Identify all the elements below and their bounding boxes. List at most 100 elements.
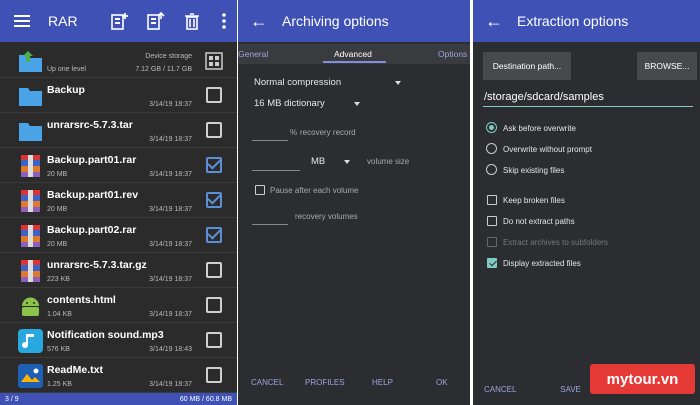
- list-item[interactable]: Backup.part02.rar 20 MB 3/14/19 18:37: [0, 219, 237, 253]
- list-item[interactable]: Backup.part01.rev 20 MB 3/14/19 18:37: [0, 184, 237, 218]
- file-name: contents.html: [47, 294, 116, 306]
- no-paths-checkbox[interactable]: [487, 216, 497, 226]
- storage-usage: 7.12 GB / 11.7 GB: [135, 66, 192, 73]
- file-checkbox-checked[interactable]: [206, 157, 222, 173]
- list-item[interactable]: unrarsrc-5.7.3.tar 3/14/19 18:37: [0, 114, 237, 148]
- browse-button[interactable]: BROWSE...: [637, 52, 697, 80]
- dictionary-select[interactable]: 16 MB dictionary: [254, 98, 325, 109]
- recovery-volumes-label: recovery volumes: [295, 212, 358, 221]
- file-name: unrarsrc-5.7.3.tar: [47, 119, 133, 131]
- recovery-volumes-input[interactable]: [252, 224, 288, 225]
- volume-size-input[interactable]: [252, 170, 300, 171]
- list-item[interactable]: ReadMe.txt 1.25 KB 3/14/19 18:37: [0, 359, 237, 393]
- recovery-record-input[interactable]: [252, 140, 288, 141]
- rar-toolbar: RAR: [0, 0, 237, 42]
- profiles-button[interactable]: PROFILES: [305, 378, 345, 387]
- folder-icon: [19, 123, 42, 141]
- cancel-button[interactable]: CANCEL: [251, 378, 283, 387]
- cancel-button[interactable]: CANCEL: [484, 385, 516, 394]
- folder-icon: [19, 88, 42, 106]
- file-name: Backup.part01.rar: [47, 154, 137, 166]
- pause-label: Pause after each volume: [270, 186, 359, 195]
- radio-label: Ask before overwrite: [503, 124, 576, 133]
- file-checkbox[interactable]: [206, 367, 222, 383]
- file-date: 3/14/19 18:43: [149, 346, 192, 353]
- file-date: 3/14/19 18:37: [149, 381, 192, 388]
- tab-advanced[interactable]: Advanced: [334, 49, 372, 59]
- file-size: Up one level: [47, 66, 86, 73]
- list-item[interactable]: Backup 3/14/19 18:37: [0, 79, 237, 113]
- file-size: 20 MB: [47, 241, 68, 248]
- radio-label: Skip existing files: [503, 166, 565, 175]
- file-checkbox[interactable]: [206, 332, 222, 348]
- file-checkbox[interactable]: [206, 262, 222, 278]
- file-date: 3/14/19 18:37: [149, 276, 192, 283]
- overflow-icon[interactable]: [214, 11, 234, 31]
- list-item[interactable]: Up one level Device storage 7.12 GB / 11…: [0, 44, 237, 78]
- extract-archive-icon[interactable]: [146, 11, 166, 31]
- up-folder-icon: [19, 51, 42, 72]
- page-title: Extraction options: [517, 13, 629, 29]
- pause-checkbox[interactable]: [255, 185, 265, 195]
- file-size: 20 MB: [47, 206, 68, 213]
- delete-icon[interactable]: [182, 11, 202, 31]
- archiving-options-screen: ← Archiving options General Advanced Opt…: [238, 0, 470, 405]
- path-underline: [483, 106, 693, 107]
- unit-select[interactable]: MB: [311, 156, 325, 167]
- list-item[interactable]: Notification sound.mp3 576 KB 3/14/19 18…: [0, 324, 237, 358]
- file-checkbox[interactable]: [206, 297, 222, 313]
- rar-icon: [21, 225, 40, 247]
- extraction-toolbar: ← Extraction options: [473, 0, 700, 42]
- recovery-record-label: recovery record: [300, 128, 356, 137]
- chevron-down-icon: [354, 102, 360, 106]
- add-archive-icon[interactable]: [110, 11, 130, 31]
- rar-icon: [21, 155, 40, 177]
- radio-skip-existing[interactable]: [486, 164, 497, 175]
- file-name: unrarsrc-5.7.3.tar.gz: [47, 259, 147, 271]
- tab-general[interactable]: General: [238, 49, 268, 59]
- archiving-toolbar: ← Archiving options: [238, 0, 470, 42]
- tab-options[interactable]: Options: [438, 49, 467, 59]
- back-arrow-icon[interactable]: ←: [250, 12, 268, 30]
- file-checkbox-checked[interactable]: [206, 192, 222, 208]
- list-item[interactable]: unrarsrc-5.7.3.tar.gz 223 KB 3/14/19 18:…: [0, 254, 237, 288]
- menu-icon[interactable]: [14, 15, 30, 27]
- grid-view-icon[interactable]: [205, 52, 223, 70]
- tab-indicator: [323, 61, 386, 63]
- destination-path-input[interactable]: /storage/sdcard/samples: [484, 91, 604, 103]
- selection-size: 60 MB / 60.8 MB: [179, 395, 232, 403]
- subfolders-checkbox[interactable]: [487, 237, 497, 247]
- storage-label: Device storage: [145, 53, 192, 60]
- radio-overwrite-without-prompt[interactable]: [486, 143, 497, 154]
- selection-count: 3 / 9: [5, 395, 19, 403]
- file-size: 20 MB: [47, 171, 68, 178]
- file-checkbox-checked[interactable]: [206, 227, 222, 243]
- list-item[interactable]: contents.html 1.04 KB 3/14/19 18:37: [0, 289, 237, 323]
- chevron-down-icon: [344, 160, 350, 164]
- watermark-logo: mytour.vn: [590, 364, 695, 394]
- file-size: 1.04 KB: [47, 311, 72, 318]
- file-name: Backup: [47, 84, 85, 96]
- ok-button[interactable]: OK: [436, 378, 448, 387]
- destination-path-button[interactable]: Destination path...: [483, 52, 571, 80]
- rar-icon: [21, 260, 40, 282]
- extraction-options-screen: ← Extraction options Destination path...…: [473, 0, 700, 405]
- display-extracted-checkbox[interactable]: [487, 258, 497, 268]
- file-checkbox[interactable]: [206, 122, 222, 138]
- keep-broken-checkbox[interactable]: [487, 195, 497, 205]
- checkbox-label: Do not extract paths: [503, 217, 575, 226]
- back-arrow-icon[interactable]: ←: [485, 12, 503, 30]
- volume-size-label: volume size: [367, 157, 410, 166]
- file-date: 3/14/19 18:37: [149, 241, 192, 248]
- file-checkbox[interactable]: [206, 87, 222, 103]
- radio-ask-overwrite[interactable]: [486, 122, 497, 133]
- save-settings-button[interactable]: SAVE SETTINGS: [548, 385, 593, 394]
- status-bar: 3 / 9 60 MB / 60.8 MB: [0, 393, 237, 405]
- viewer-icon: [18, 364, 43, 388]
- compression-select[interactable]: Normal compression: [254, 77, 341, 88]
- app-title: RAR: [48, 13, 78, 29]
- list-item[interactable]: Backup.part01.rar 20 MB 3/14/19 18:37: [0, 149, 237, 183]
- help-button[interactable]: HELP: [372, 378, 393, 387]
- file-date: 3/14/19 18:37: [149, 136, 192, 143]
- file-size: 576 KB: [47, 346, 70, 353]
